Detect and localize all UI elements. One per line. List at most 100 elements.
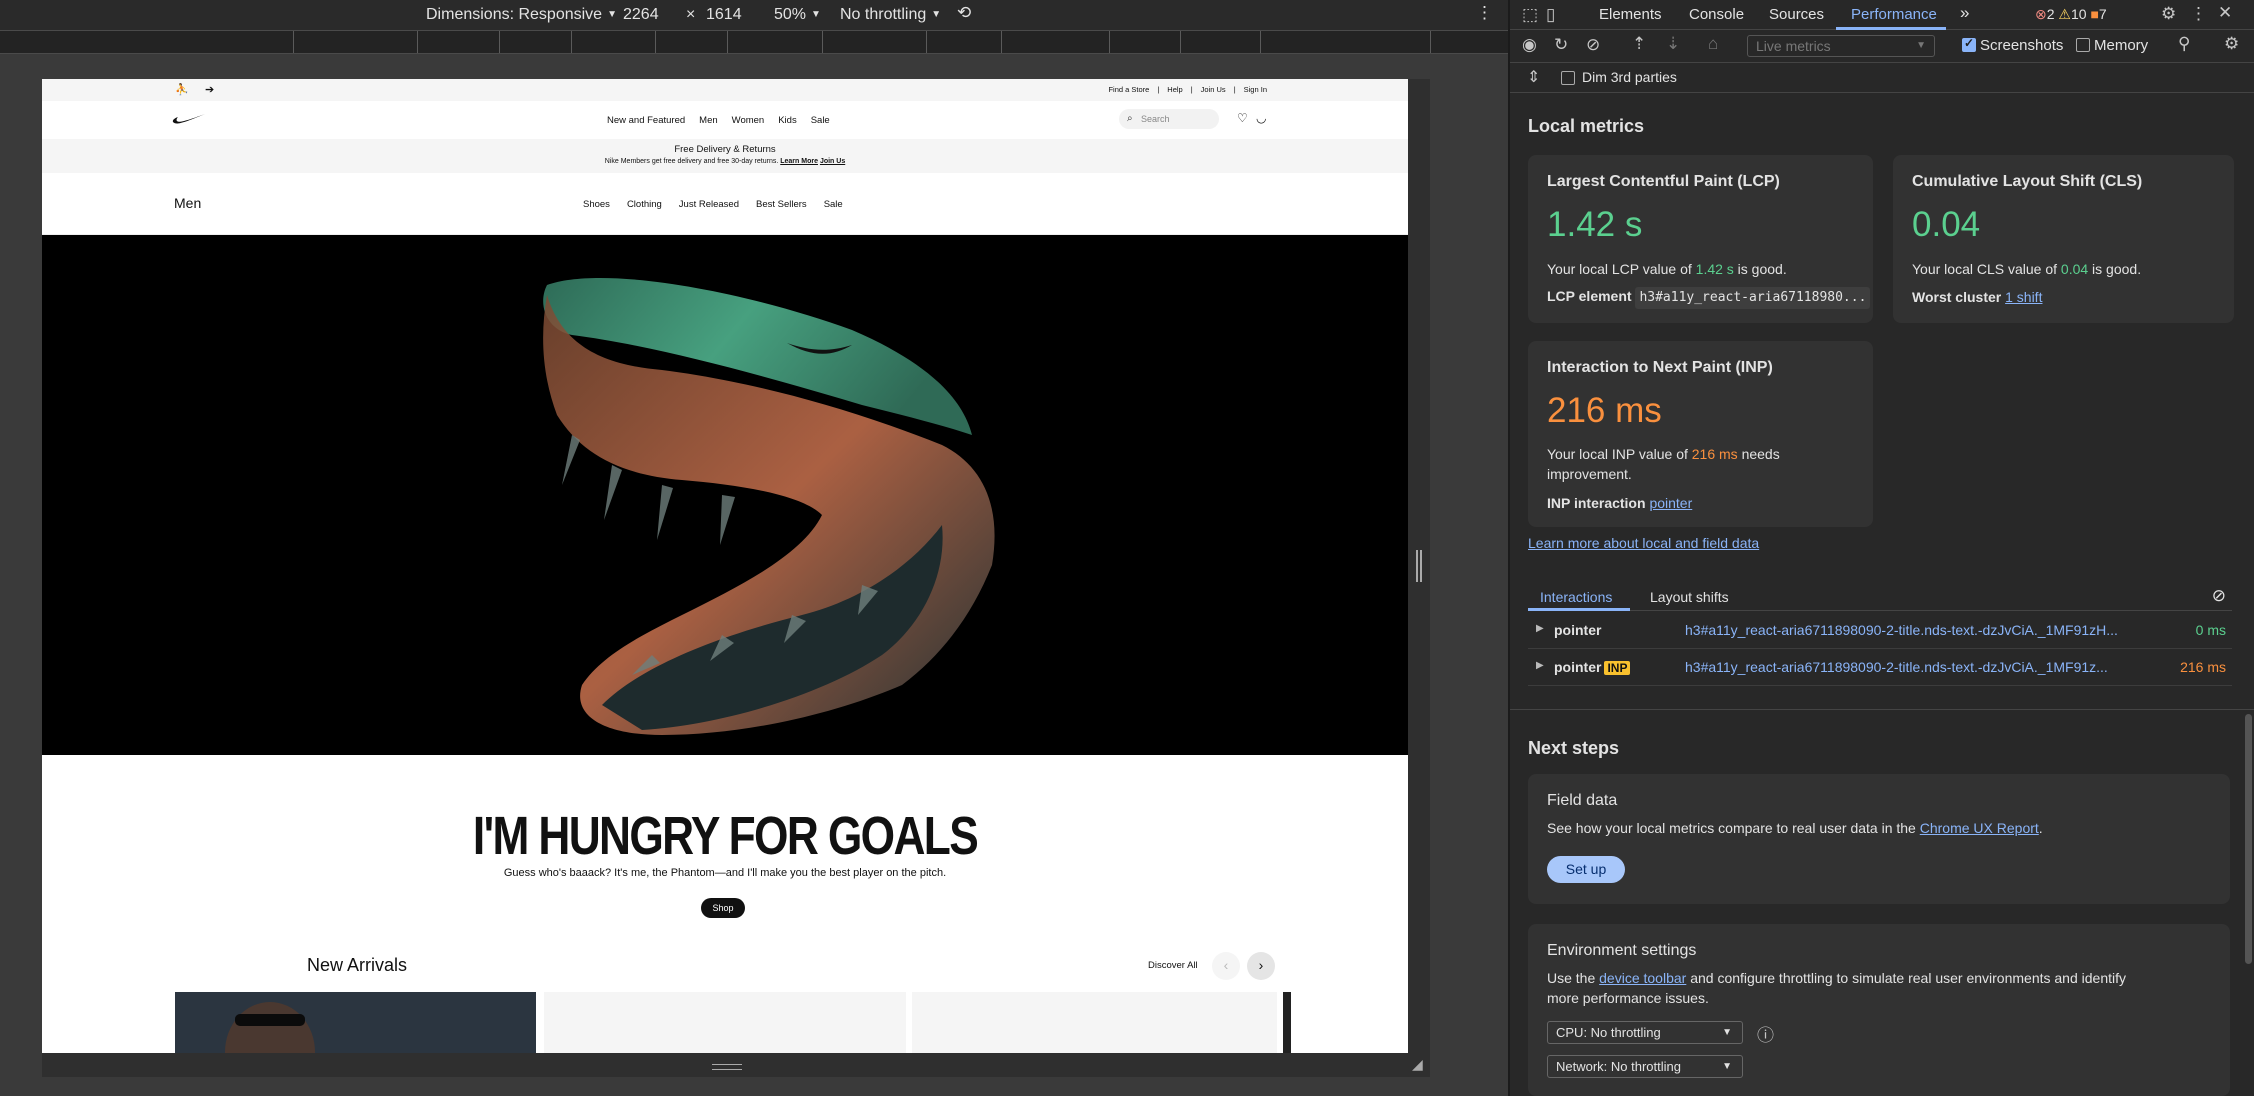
more-options-icon[interactable]: ⋮ — [1476, 3, 1493, 23]
set-up-button[interactable]: Set up — [1547, 856, 1625, 883]
height-input[interactable]: 1614 — [706, 6, 742, 24]
width-input[interactable]: 2264 — [623, 6, 659, 24]
interaction-selector[interactable]: h3#a11y_react-aria6711898090-2-title.nds… — [1685, 622, 2175, 638]
tab-performance[interactable]: Performance — [1851, 6, 1937, 23]
chevron-right-icon: › — [1258, 957, 1264, 973]
carousel-prev-button[interactable]: ‹ — [1212, 952, 1240, 980]
jordan-logo-icon[interactable]: ⛹ — [175, 83, 189, 96]
subnav-best-sellers[interactable]: Best Sellers — [756, 199, 807, 210]
nav-men[interactable]: Men — [699, 115, 717, 126]
tab-console[interactable]: Console — [1689, 6, 1744, 23]
search-input[interactable]: ⌕ Search — [1119, 109, 1219, 129]
subnav-shoes[interactable]: Shoes — [583, 199, 610, 210]
dimensions-label: Dimensions: Responsive — [426, 6, 603, 23]
favorites-icon[interactable]: ♡ — [1237, 111, 1248, 125]
device-toolbar: Dimensions: Responsive ▼ 2264 × 1614 50% ▼… — [0, 0, 1508, 30]
nav-sale[interactable]: Sale — [811, 115, 830, 126]
issues-counter[interactable]: ⊗2 ⚠10 ■7 — [2035, 6, 2107, 23]
learn-more-link[interactable]: Learn more about local and field data — [1528, 535, 1759, 551]
info-icon[interactable]: ⓘ — [1757, 1021, 1774, 1046]
utility-links: Find a Store | Help | Join Us | Sign In — [1104, 85, 1271, 94]
scrollbar[interactable] — [2245, 714, 2252, 964]
lcp-description: Your local LCP value of 1.42 s is good. — [1547, 259, 1787, 279]
rotate-icon[interactable]: ⟲ — [957, 3, 971, 23]
product-card[interactable] — [912, 992, 1277, 1053]
join-us-link[interactable]: Join Us — [1201, 85, 1226, 94]
memory-checkbox[interactable] — [2076, 38, 2090, 52]
converse-logo-icon[interactable]: ➔ — [205, 83, 214, 96]
cpu-throttling-select[interactable]: CPU: No throttling ▼ — [1547, 1021, 1743, 1044]
discover-all-link[interactable]: Discover All — [1148, 960, 1198, 971]
tab-interactions[interactable]: Interactions — [1540, 589, 1612, 605]
memory-label: Memory — [2094, 37, 2149, 54]
upload-icon[interactable]: ⇡ — [1632, 34, 1646, 54]
download-icon[interactable]: ⇣ — [1666, 34, 1680, 54]
section-divider — [1510, 709, 2254, 710]
chrome-ux-report-link[interactable]: Chrome UX Report — [1920, 820, 2039, 836]
category-title: Men — [174, 195, 202, 211]
learn-more-link[interactable]: Learn More — [780, 158, 818, 165]
cpu-throttling-label: CPU: No throttling — [1556, 1025, 1661, 1040]
more-tabs-icon[interactable]: » — [1960, 3, 1969, 23]
worst-cluster-link[interactable]: 1 shift — [2005, 289, 2042, 305]
lcp-element-value[interactable]: h3#a11y_react-aria67118980... — [1635, 287, 1871, 309]
more-options-icon[interactable]: ⋮ — [2190, 4, 2207, 24]
split-icon[interactable]: ⇕ — [1527, 67, 1540, 87]
tab-elements[interactable]: Elements — [1599, 6, 1662, 23]
inp-interaction-label: INP interaction — [1547, 495, 1646, 511]
close-icon[interactable]: ✕ — [2218, 3, 2232, 23]
clear-icon[interactable]: ⊘ — [1586, 35, 1600, 55]
sign-in-link[interactable]: Sign In — [1244, 85, 1267, 94]
capture-settings-icon[interactable]: ⚙ — [2224, 34, 2239, 54]
hero-image[interactable] — [42, 235, 1408, 755]
expand-triangle-icon[interactable]: ▶ — [1536, 660, 1544, 671]
join-us-promo-link[interactable]: Join Us — [820, 158, 845, 165]
network-throttling-select[interactable]: Network: No throttling ▼ — [1547, 1055, 1743, 1078]
help-link[interactable]: Help — [1167, 85, 1182, 94]
inp-interaction-link[interactable]: pointer — [1649, 495, 1692, 511]
nav-women[interactable]: Women — [732, 115, 765, 126]
throttling-dropdown[interactable]: No throttling ▼ — [840, 6, 941, 24]
zoom-dropdown[interactable]: 50% ▼ — [774, 6, 821, 24]
resize-handle-bottom[interactable] — [712, 1064, 742, 1070]
nav-kids[interactable]: Kids — [778, 115, 796, 126]
main-navigation: New and Featured Men Women Kids Sale ⌕ Search… — [42, 101, 1408, 139]
interaction-selector[interactable]: h3#a11y_react-aria6711898090-2-title.nds… — [1685, 659, 2175, 675]
interaction-row[interactable]: ▶ pointer INP h3#a11y_react-aria671189809… — [1528, 649, 2232, 686]
product-card[interactable] — [544, 992, 906, 1053]
dimensions-dropdown[interactable]: Dimensions: Responsive ▼ — [426, 6, 617, 24]
product-card[interactable] — [1283, 992, 1291, 1053]
dim-3rd-parties-checkbox[interactable] — [1561, 71, 1575, 85]
clear-interactions-icon[interactable]: ⊘ — [2212, 586, 2226, 606]
resize-handle-right[interactable] — [1416, 550, 1422, 582]
carousel-next-button[interactable]: › — [1247, 952, 1275, 980]
device-toolbar-link[interactable]: device toolbar — [1599, 970, 1686, 986]
tab-layout-shifts[interactable]: Layout shifts — [1650, 589, 1729, 605]
subnav-just-released[interactable]: Just Released — [679, 199, 739, 210]
inspect-element-icon[interactable]: ⬚ — [1522, 5, 1538, 25]
home-icon[interactable]: ⌂ — [1708, 34, 1718, 54]
device-toggle-icon[interactable]: ▯ — [1546, 5, 1555, 25]
shop-button[interactable]: Shop — [701, 898, 745, 918]
media-query-ruler[interactable] — [0, 30, 1508, 54]
reload-record-icon[interactable]: ↻ — [1554, 35, 1568, 55]
garbage-collect-icon[interactable]: ⚲ — [2178, 34, 2190, 54]
record-icon[interactable]: ◉ — [1522, 35, 1537, 55]
bag-icon[interactable]: ◡ — [1256, 111, 1266, 125]
nav-new-featured[interactable]: New and Featured — [607, 115, 685, 126]
settings-gear-icon[interactable]: ⚙ — [2161, 4, 2176, 24]
screenshots-checkbox[interactable] — [1962, 36, 1976, 52]
field-data-card: Field data See how your local metrics co… — [1528, 774, 2230, 904]
emulated-viewport: ⛹ ➔ Find a Store | Help | Join Us | Sign In Ne… — [42, 79, 1408, 1053]
product-card[interactable] — [175, 992, 536, 1053]
subnav-clothing[interactable]: Clothing — [627, 199, 662, 210]
live-metrics-select[interactable]: Live metrics ▼ — [1747, 35, 1935, 57]
find-store-link[interactable]: Find a Store — [1108, 85, 1149, 94]
interaction-row[interactable]: ▶ pointer h3#a11y_react-aria6711898090-2… — [1528, 612, 2232, 649]
tab-sources[interactable]: Sources — [1769, 6, 1824, 23]
resize-corner-icon[interactable]: ◢ — [1412, 1056, 1423, 1073]
chevron-down-icon: ▼ — [1722, 1061, 1732, 1072]
nike-swoosh-logo[interactable] — [172, 113, 206, 125]
subnav-sale[interactable]: Sale — [824, 199, 843, 210]
expand-triangle-icon[interactable]: ▶ — [1536, 623, 1544, 634]
